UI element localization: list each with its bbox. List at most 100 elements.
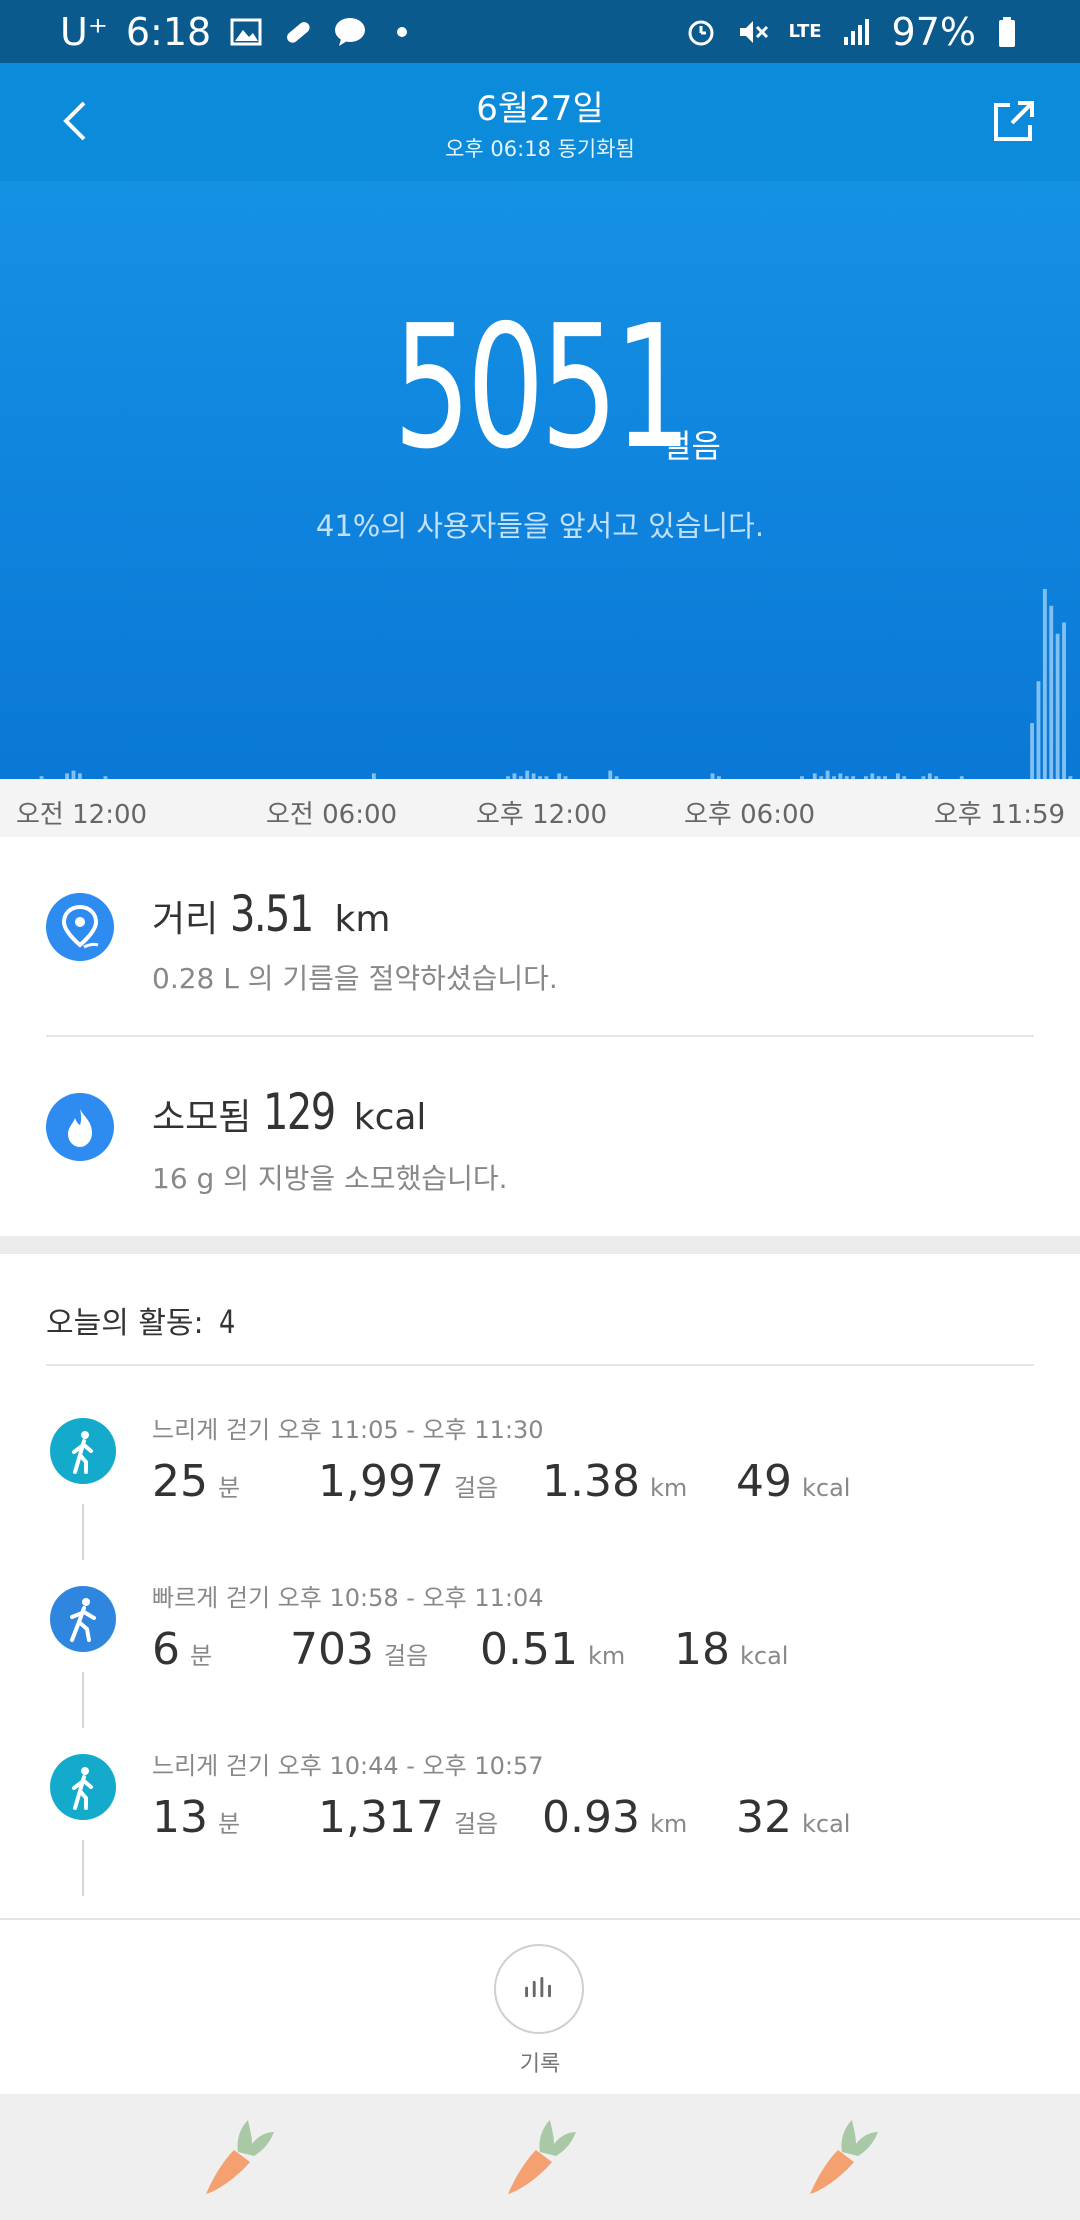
steps-unit: 걸음 — [453, 1810, 499, 1838]
calories-unit: kcal — [802, 1810, 851, 1838]
kakaotalk-icon — [335, 18, 366, 46]
duration-value: 13 — [152, 1792, 208, 1843]
page-title: 6월27일 — [476, 89, 604, 129]
time-axis: 오전 12:00 오전 06:00 오후 12:00 오후 06:00 오후 1… — [0, 779, 1080, 837]
histogram-bar — [71, 770, 76, 779]
tick-label: 오전 12:00 — [16, 800, 148, 830]
duration-value: 25 — [152, 1456, 208, 1507]
carrot-icon[interactable] — [804, 2110, 884, 2200]
steps-hero: 5051 걸음 41%의 사용자들을 앞서고 있습니다. — [0, 181, 1080, 779]
step-count: 5051 — [392, 289, 692, 487]
top-app-bar: 6월27일 오후 06:18 동기화됨 — [0, 63, 1080, 181]
distance-unit: km — [649, 1810, 688, 1838]
lte-indicator: LTE — [788, 21, 822, 42]
activities-title: 오늘의 활동: — [46, 1306, 204, 1341]
histogram-bar — [825, 770, 830, 779]
distance-number: 3.51 — [229, 885, 314, 943]
step-unit: 걸음 — [662, 427, 721, 465]
calories-value: 32 — [736, 1792, 792, 1843]
steps-unit: 걸음 — [383, 1642, 429, 1670]
distance-value: 0.51 — [480, 1624, 578, 1675]
battery-percent: 97% — [891, 10, 976, 54]
tick-label: 오전 06:00 — [266, 800, 398, 830]
record-label: 기록 — [519, 2052, 561, 2077]
distance-metric: 1.38 km — [542, 1456, 687, 1507]
mute-icon — [740, 21, 769, 43]
tick-label: 오후 06:00 — [684, 800, 816, 830]
activity-label: 느리게 걷기 오후 10:44 - 오후 10:57 — [152, 1752, 544, 1780]
bottom-nav-bar — [0, 2094, 1080, 2220]
distance-unit: km — [334, 899, 391, 940]
calories-unit: kcal — [802, 1474, 851, 1502]
activity-item[interactable]: 느리게 걷기 오후 10:44 - 오후 10:57 13 분 1,317 걸음 0… — [0, 1736, 1080, 1904]
alarm-icon — [688, 20, 714, 46]
calories-value: 소모됨 129 kcal — [152, 1083, 426, 1141]
share-icon[interactable] — [988, 97, 1038, 147]
activity-item[interactable]: 느리게 걷기 오후 11:05 - 오후 11:30 25 분 1,997 걸음 1… — [0, 1400, 1080, 1568]
duration-metric: 13 분 — [152, 1792, 240, 1843]
steps-metric: 703 걸음 — [290, 1624, 428, 1675]
distance-metric: 0.93 km — [542, 1792, 687, 1843]
duration-unit: 분 — [190, 1642, 213, 1670]
activities-header: 오늘의 활동: 4 — [46, 1298, 240, 1342]
steps-metric: 1,997 걸음 — [318, 1456, 498, 1507]
walking-icon — [50, 1418, 116, 1484]
histogram-bar — [1049, 605, 1054, 779]
calories-metric: 18 kcal — [674, 1624, 788, 1675]
duration-unit: 분 — [218, 1474, 241, 1502]
histogram-bar — [608, 770, 613, 779]
histogram-bar — [1062, 622, 1066, 779]
divider — [0, 1918, 1080, 1920]
flame-icon — [46, 1093, 114, 1161]
histogram-bar — [1055, 633, 1060, 779]
bar-chart-icon — [525, 1977, 551, 1998]
calories-row: 소모됨 129 kcal 16 g 의 지방을 소모했습니다. — [0, 1037, 1080, 1236]
record-button[interactable] — [494, 1944, 584, 2034]
calories-unit: kcal — [740, 1642, 789, 1670]
distance-metric: 0.51 km — [480, 1624, 625, 1675]
distance-value: 0.93 — [542, 1792, 640, 1843]
status-bar: U⁺ 6:18 LTE 97% — [0, 0, 1080, 63]
duration-metric: 25 분 — [152, 1456, 240, 1507]
calories-number: 129 — [262, 1083, 336, 1141]
fat-burned-text: 16 g 의 지방을 소모했습니다. — [152, 1162, 508, 1195]
timeline-connector — [82, 1672, 84, 1728]
calories-metric: 49 kcal — [736, 1456, 850, 1507]
calories-value: 49 — [736, 1456, 792, 1507]
duration-unit: 분 — [218, 1810, 241, 1838]
carrot-icon[interactable] — [200, 2110, 280, 2200]
histogram-bar — [1030, 723, 1034, 779]
activities-count: 4 — [219, 1303, 236, 1341]
walking-icon — [50, 1586, 116, 1652]
calories-unit: kcal — [353, 1097, 427, 1138]
timeline-connector — [82, 1840, 84, 1896]
tick-label: 오후 11:59 — [934, 800, 1066, 830]
timeline-connector — [82, 1504, 84, 1560]
distance-value: 거리 3.51 km — [152, 885, 390, 943]
activity-label: 빠르게 걷기 오후 10:58 - 오후 11:04 — [152, 1584, 544, 1612]
distance-label: 거리 — [152, 899, 219, 940]
steps-value: 1,317 — [318, 1792, 444, 1843]
steps-histogram — [39, 589, 1073, 779]
calories-metric: 32 kcal — [736, 1792, 850, 1843]
histogram-bar — [1042, 589, 1047, 779]
steps-value: 703 — [290, 1624, 374, 1675]
activity-item[interactable]: 빠르게 걷기 오후 10:58 - 오후 11:04 6분 703 걸음 0.51… — [0, 1568, 1080, 1736]
ranking-text: 41%의 사용자들을 앞서고 있습니다. — [315, 509, 765, 543]
carrier-label: U⁺ — [60, 10, 108, 54]
activity-label: 느리게 걷기 오후 11:05 - 오후 11:30 — [152, 1416, 544, 1444]
distance-row: 거리 3.51 km 0.28 L 의 기름을 절약하셨습니다. — [0, 837, 1080, 1037]
fuel-saved-text: 0.28 L 의 기름을 절약하셨습니다. — [152, 962, 558, 995]
section-separator — [0, 1236, 1080, 1254]
distance-unit: km — [649, 1474, 688, 1502]
steps-unit: 걸음 — [453, 1474, 499, 1502]
steps-metric: 1,317 걸음 — [318, 1792, 498, 1843]
divider — [46, 1364, 1034, 1366]
pill-icon — [287, 22, 310, 43]
carrot-icon[interactable] — [502, 2110, 582, 2200]
tick-label: 오후 12:00 — [476, 800, 608, 830]
signal-icon — [843, 19, 869, 45]
histogram-bar — [525, 770, 530, 779]
distance-value: 1.38 — [542, 1456, 640, 1507]
distance-unit: km — [587, 1642, 626, 1670]
